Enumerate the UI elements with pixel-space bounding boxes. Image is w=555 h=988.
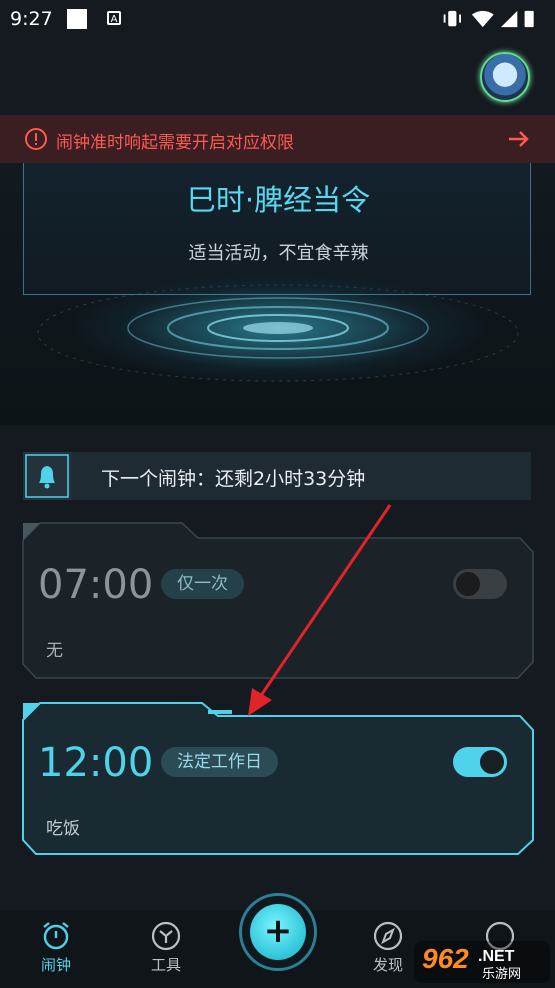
arrow-right-icon[interactable]	[507, 127, 531, 151]
alarm-time: 07:00	[38, 562, 154, 608]
battery-icon	[524, 10, 534, 28]
wifi-icon	[471, 10, 494, 28]
svg-text:乐游网: 乐游网	[482, 967, 521, 982]
hero-title: 巳时·脾经当令	[186, 183, 371, 217]
svg-text:.NET: .NET	[478, 948, 515, 965]
nav-tools[interactable]: 工具	[131, 920, 201, 975]
toggle-knob	[456, 572, 480, 596]
status-bar: 9:27 A	[0, 0, 555, 38]
hero-frame: 巳时·脾经当令 适当活动，不宜食辛辣	[23, 163, 531, 295]
hero-section: 巳时·脾经当令 适当活动，不宜食辛辣	[0, 163, 555, 425]
status-icons	[443, 10, 534, 28]
svg-text:962: 962	[422, 943, 469, 974]
add-alarm-button[interactable]: +	[250, 904, 306, 960]
alarm-card[interactable]: 07:00 仅一次 无	[22, 522, 534, 682]
next-alarm-bar: 下一个闹钟：还剩2小时33分钟	[23, 452, 531, 500]
alarm-label: 无	[46, 641, 63, 661]
nav-alarm-label: 闹钟	[40, 956, 71, 974]
toggle-knob	[480, 750, 504, 774]
vibrate-icon	[443, 10, 461, 27]
nav-alarm[interactable]: 闹钟	[21, 920, 91, 975]
permission-warning-banner[interactable]: 闹钟准时响起需要开启对应权限	[0, 115, 555, 163]
tools-icon	[151, 921, 181, 951]
hero-subtitle: 适当活动，不宜食辛辣	[188, 243, 369, 264]
compass-icon	[373, 921, 403, 951]
nav-tools-label: 工具	[150, 956, 181, 974]
user-avatar[interactable]	[480, 52, 530, 102]
notification-square-icon	[67, 9, 87, 29]
warning-text: 闹钟准时响起需要开启对应权限	[56, 133, 294, 153]
alarm-toggle[interactable]	[453, 569, 507, 599]
a-notification-icon: A	[107, 11, 121, 25]
bell-icon	[25, 454, 69, 498]
alarm-clock-icon	[43, 922, 69, 950]
alarm-card[interactable]: 12:00 法定工作日 吃饭	[22, 702, 534, 858]
alarm-toggle[interactable]	[453, 747, 507, 777]
bell-box	[23, 452, 71, 500]
next-alarm-text: 下一个闹钟：还剩2小时33分钟	[101, 468, 366, 490]
nav-discover-label: 发现	[372, 956, 403, 974]
status-time: 9:27	[10, 8, 53, 30]
warning-icon	[25, 128, 47, 150]
alarm-time: 12:00	[38, 740, 154, 786]
alarm-repeat-tag: 法定工作日	[161, 747, 278, 777]
signal-icon	[500, 10, 518, 28]
alarm-repeat-tag: 仅一次	[161, 569, 244, 599]
watermark-logo: 962 .NET 乐游网	[414, 941, 550, 983]
alarm-label: 吃饭	[46, 819, 80, 839]
